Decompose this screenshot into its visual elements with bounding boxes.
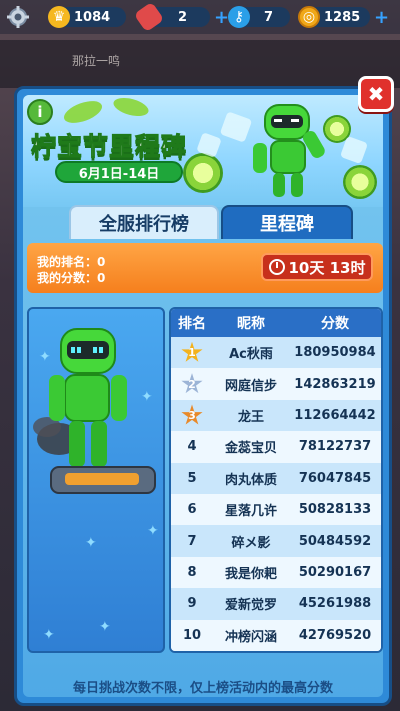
rank-number: 9 (187, 596, 197, 612)
header-rank: 排名 (178, 316, 206, 332)
countdown-timer: 10天 13时 (261, 253, 373, 281)
lime-decoration (343, 165, 377, 199)
robot-mascot-icon (253, 104, 325, 197)
player-score: 50484592 (298, 533, 372, 549)
character-card: ✦ ✦ ✦ ✦ ✦ ✦ (27, 307, 165, 653)
table-row: 1 Ac秋雨 180950984 (171, 337, 381, 369)
crown-icon: ♛ (48, 6, 70, 28)
my-score: 我的分数：0 (37, 271, 106, 285)
rank-number: 5 (187, 470, 197, 486)
player-score: 142863219 (294, 376, 376, 392)
gold-count: 1285 (324, 9, 361, 25)
silver-medal-icon: 2 (181, 373, 203, 394)
player-score: 112664442 (294, 407, 376, 423)
tab-global-leaderboard[interactable]: 全服排行榜 (69, 205, 219, 239)
add-gold-button[interactable]: + (374, 7, 389, 28)
key-icon: ⚷ (228, 6, 250, 28)
tab-label: 里程碑 (260, 214, 314, 235)
my-rank: 我的排名：0 (37, 255, 106, 269)
footer-note: 每日挑战次数不限，仅上榜活动内的最高分数 (72, 681, 333, 696)
board-counter: 2 + (133, 1, 229, 33)
gear-icon (7, 6, 29, 28)
leaderboard-table: 排名 昵称 分数 1 Ac秋雨 180950984 2 网庭信步 142863219 3 龙王… (169, 307, 383, 653)
rank-number: 7 (187, 533, 197, 549)
event-banner: 柠宝节里程碑 6月1日-14日 (23, 95, 383, 207)
table-row: 6 星落几许 50828133 (171, 493, 381, 526)
player-score: 180950984 (294, 345, 376, 361)
info-icon: i (37, 103, 43, 121)
table-header: 排名 昵称 分数 (171, 309, 381, 337)
lime-decoration (183, 153, 223, 193)
robot-character-icon (33, 328, 156, 494)
keys-count: 7 (264, 9, 274, 25)
table-row: 5 肉丸体质 76047845 (171, 462, 381, 494)
close-icon: ✖ (367, 82, 385, 106)
player-score: 76047845 (298, 470, 372, 486)
table-row: 9 爱新觉罗 45261988 (171, 588, 381, 620)
player-name: 碎メ影 (231, 535, 271, 551)
header-score: 分数 (321, 316, 349, 332)
leaf-decoration (61, 96, 105, 128)
table-row: 2 网庭信步 142863219 (171, 368, 381, 400)
key-counter: ⚷ 7 (228, 6, 290, 28)
countdown-text: 10天 13时 (288, 258, 366, 277)
player-name: 龙王 (237, 409, 264, 425)
table-row: 4 金蕊宝贝 78122737 (171, 431, 381, 463)
player-score: 50290167 (298, 564, 372, 580)
player-name: Ac秋雨 (229, 347, 273, 363)
clock-icon (268, 259, 285, 275)
event-panel: 柠宝节里程碑 6月1日-14日 i 全服排行榜 里程碑 我的排名：0 我的分数：… (14, 86, 392, 706)
leaf-decoration (111, 95, 151, 120)
player-score: 45261988 (298, 596, 372, 612)
player-name: 爱新觉罗 (224, 598, 277, 614)
rank-medal: 3 (171, 404, 213, 426)
panel-inner: 柠宝节里程碑 6月1日-14日 i 全服排行榜 里程碑 我的排名：0 我的分数：… (23, 95, 383, 697)
rank-medal: 2 (171, 373, 213, 395)
rank-number: 10 (182, 627, 202, 643)
close-button[interactable]: ✖ (358, 76, 394, 112)
gold-medal-icon: 1 (181, 341, 203, 362)
header-name: 昵称 (237, 316, 265, 332)
event-date-range: 6月1日-14日 (55, 161, 183, 183)
top-hud: ♛ 1084 2 + ⚷ 7 ◎ 1285 + (0, 0, 400, 34)
player-name: 冲榜闪涵 (224, 629, 277, 645)
tab-milestone[interactable]: 里程碑 (221, 205, 353, 239)
boards-count: 2 (178, 9, 188, 25)
player-name: 肉丸体质 (224, 472, 277, 488)
rank-number: 6 (187, 502, 197, 518)
player-score: 42769520 (298, 627, 372, 643)
table-body: 1 Ac秋雨 180950984 2 网庭信步 142863219 3 龙王 112664442… (171, 337, 381, 651)
my-rank-bar: 我的排名：0 我的分数：0 10天 13时 (27, 243, 383, 293)
player-score: 50828133 (298, 502, 372, 518)
player-name: 网庭信步 (224, 378, 277, 394)
rank-number: 8 (187, 564, 197, 580)
player-score: 78122737 (298, 439, 372, 455)
add-boards-button[interactable]: + (214, 7, 229, 28)
bronze-medal-icon: 3 (181, 404, 203, 425)
hoverboard-icon (133, 1, 165, 33)
info-button[interactable]: i (27, 99, 53, 125)
event-title: 柠宝节里程碑 (30, 132, 188, 162)
player-name: 我是你耙 (224, 566, 277, 582)
player-name: 金蕊宝贝 (224, 441, 277, 457)
background-bar (0, 40, 400, 88)
rank-number: 4 (187, 439, 197, 455)
crown-counter: ♛ 1084 (48, 6, 126, 28)
gold-counter: ◎ 1285 + (298, 6, 389, 28)
coin-icon: ◎ (298, 6, 320, 28)
coins-count: 1084 (74, 9, 111, 25)
table-row: 8 我是你耙 50290167 (171, 556, 381, 589)
table-row: 10 冲榜闪涵 42769520 (171, 619, 381, 651)
table-row: 7 碎メ影 50484592 (171, 525, 381, 557)
background-text: 那拉一鸣 (72, 54, 121, 68)
player-name: 星落几许 (224, 504, 277, 520)
tab-label: 全服排行榜 (99, 214, 189, 235)
table-row: 3 龙王 112664442 (171, 399, 381, 432)
settings-button[interactable] (6, 6, 30, 28)
rank-medal: 1 (171, 341, 213, 364)
